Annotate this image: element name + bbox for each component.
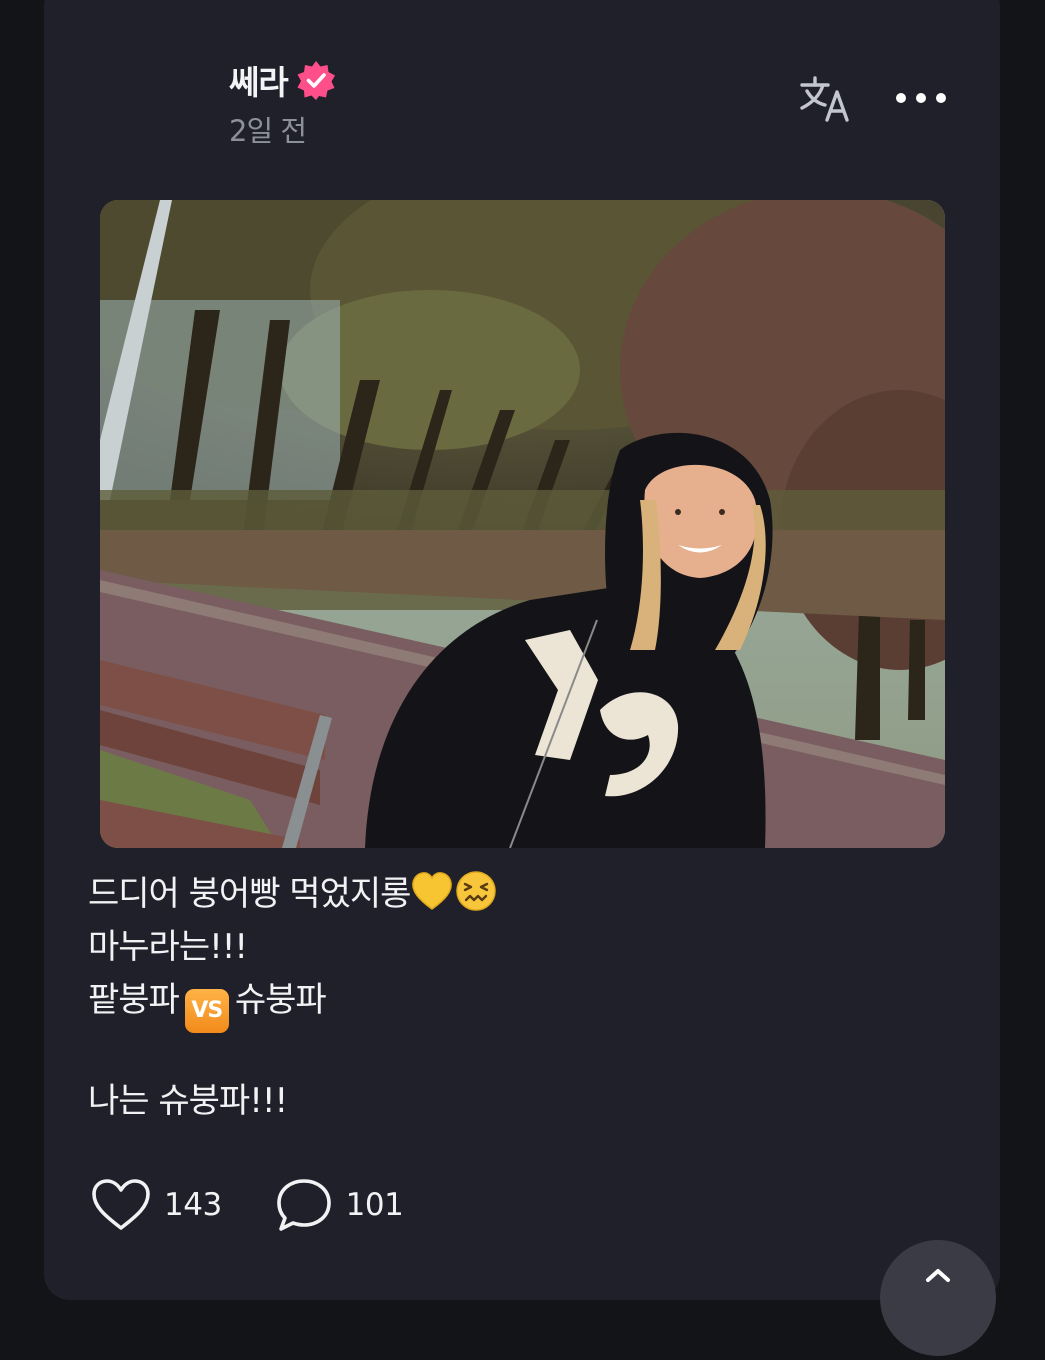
- like-button[interactable]: 143: [90, 1177, 222, 1233]
- scroll-to-top-button[interactable]: [880, 1240, 996, 1356]
- post-photo[interactable]: [100, 200, 945, 848]
- yellow-heart-icon: [412, 872, 453, 910]
- author-name[interactable]: 쎄라: [229, 56, 289, 104]
- vs-badge-icon: VS: [184, 989, 229, 1033]
- comment-button[interactable]: 101: [274, 1176, 404, 1234]
- comment-count: 101: [345, 1187, 404, 1223]
- more-horizontal-icon: [896, 93, 946, 103]
- like-count: 143: [164, 1187, 222, 1223]
- caption-line-3: 팥붕파 VS 슈붕파: [88, 974, 498, 1033]
- translate-icon: [800, 76, 849, 122]
- chevron-up-icon: [926, 1269, 950, 1282]
- caption-text-3a: 팥붕파: [88, 980, 180, 1020]
- author-row[interactable]: 쎄라: [229, 56, 336, 104]
- comment-bubble-icon: [276, 1179, 331, 1231]
- caption-line-1: 드디어 붕어빵 먹었지롱: [88, 868, 498, 921]
- post-image: [100, 200, 945, 848]
- translate-button[interactable]: [797, 72, 855, 126]
- post-timestamp: 2일 전: [229, 114, 307, 148]
- caption-text-1: 드디어 붕어빵 먹었지롱: [88, 874, 411, 914]
- post-actions: 143 101: [90, 1176, 404, 1234]
- post-caption: 드디어 붕어빵 먹었지롱 마누라는!!! 팥붕파 VS 슈붕파 나는 슈붕파!!!: [88, 868, 498, 1128]
- caption-line-2: 마누라는!!!: [88, 927, 248, 967]
- confounded-face-icon: [456, 871, 497, 911]
- heart-icon: [92, 1179, 150, 1230]
- more-options-button[interactable]: [892, 84, 950, 112]
- verified-badge-icon: [297, 61, 335, 100]
- caption-text-3b: 슈붕파: [234, 980, 327, 1020]
- caption-line-4: 나는 슈붕파!!!: [88, 1081, 288, 1121]
